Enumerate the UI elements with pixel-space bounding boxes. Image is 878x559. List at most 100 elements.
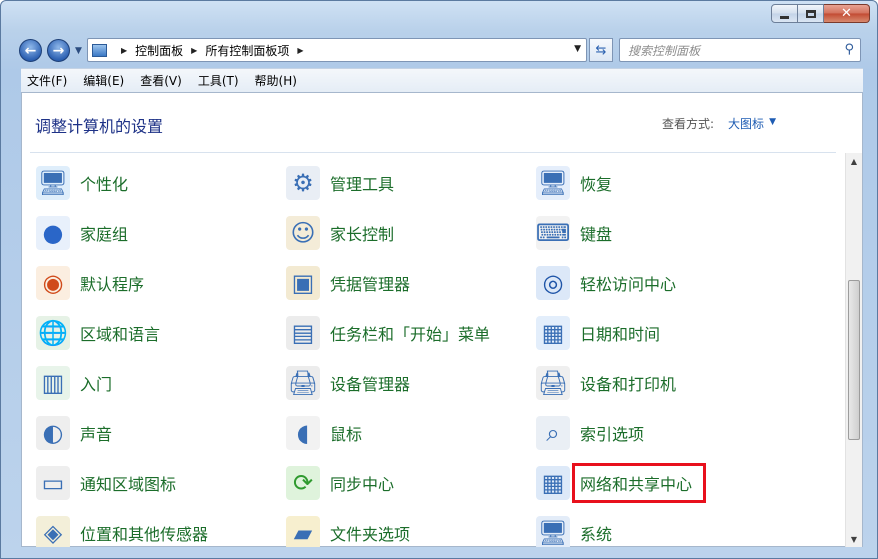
address-dropdown-icon[interactable]: ▼ — [574, 44, 581, 54]
personalization-icon: 🖥 — [36, 166, 70, 200]
item-label[interactable]: 键盘 — [580, 221, 612, 245]
location-sensors-icon: ◈ — [36, 516, 70, 547]
scroll-thumb[interactable] — [848, 280, 860, 440]
caption-buttons: ✕ — [771, 4, 870, 23]
item-label[interactable]: 鼠标 — [330, 421, 362, 445]
maximize-button[interactable] — [798, 4, 824, 23]
control-panel-item[interactable]: ◖ 鼠标 — [286, 413, 362, 453]
minimize-button[interactable] — [771, 4, 798, 23]
item-label[interactable]: 通知区域图标 — [80, 471, 176, 495]
back-arrow-icon: ← — [24, 42, 37, 59]
admin-tools-icon: ⚙ — [286, 166, 320, 200]
item-label[interactable]: 日期和时间 — [580, 321, 660, 345]
item-label[interactable]: 索引选项 — [580, 421, 644, 445]
item-label[interactable]: 系统 — [580, 521, 612, 545]
menu-help[interactable]: 帮助(H) — [255, 72, 297, 89]
indexing-options-icon: ⌕ — [536, 416, 570, 450]
control-panel-item[interactable]: ⟳ 同步中心 — [286, 463, 394, 503]
scroll-up-icon[interactable]: ▲ — [846, 153, 862, 169]
item-label[interactable]: 声音 — [80, 421, 112, 445]
sync-center-icon: ⟳ — [286, 466, 320, 500]
date-time-icon: ▦ — [536, 316, 570, 350]
menu-bar: 文件(F) 编辑(E) 查看(V) 工具(T) 帮助(H) — [21, 68, 863, 92]
getting-started-icon: ▥ — [36, 366, 70, 400]
default-programs-icon: ◉ — [36, 266, 70, 300]
folder-options-icon: ▰ — [286, 516, 320, 547]
view-by-value[interactable]: 大图标 — [728, 115, 764, 132]
breadcrumb-all-items[interactable]: 所有控制面板项 — [205, 42, 289, 59]
view-by-dropdown-icon[interactable]: ▼ — [769, 117, 776, 127]
control-panel-item[interactable]: 🌐 区域和语言 — [36, 313, 160, 353]
control-panel-item[interactable]: 🖥 恢复 — [536, 163, 612, 203]
search-icon[interactable]: ⚲ — [844, 42, 854, 57]
menu-file[interactable]: 文件(F) — [27, 72, 67, 89]
control-panel-item[interactable]: ▥ 入门 — [36, 363, 112, 403]
breadcrumb: ▶ 控制面板 ▶ 所有控制面板项 ▶ — [113, 42, 312, 59]
recent-pages-dropdown[interactable]: ▼ — [75, 46, 82, 56]
system-icon: 🖥 — [536, 516, 570, 547]
control-panel-item[interactable]: 🖨 设备管理器 — [286, 363, 410, 403]
item-label[interactable]: 设备和打印机 — [580, 371, 676, 395]
minimize-icon — [780, 15, 789, 19]
control-panel-item[interactable]: ⚙ 管理工具 — [286, 163, 394, 203]
control-panel-item[interactable]: ⌕ 索引选项 — [536, 413, 644, 453]
item-label[interactable]: 凭据管理器 — [330, 271, 410, 295]
search-input[interactable]: 搜索控制面板 ⚲ — [619, 38, 861, 62]
item-label[interactable]: 区域和语言 — [80, 321, 160, 345]
chevron-right-icon[interactable]: ▶ — [191, 46, 197, 55]
ease-of-access-icon: ◎ — [536, 266, 570, 300]
menu-tools[interactable]: 工具(T) — [198, 72, 239, 89]
item-label[interactable]: 任务栏和「开始」菜单 — [330, 321, 490, 345]
back-button[interactable]: ← — [19, 39, 42, 62]
item-label[interactable]: 家庭组 — [80, 221, 128, 245]
item-label[interactable]: 位置和其他传感器 — [80, 521, 208, 545]
item-label[interactable]: 入门 — [80, 371, 112, 395]
control-panel-item[interactable]: ⌨ 键盘 — [536, 213, 612, 253]
control-panel-item[interactable]: ☺ 家长控制 — [286, 213, 394, 253]
control-panel-item[interactable]: ▭ 通知区域图标 — [36, 463, 176, 503]
control-panel-item[interactable]: ◐ 声音 — [36, 413, 112, 453]
control-panel-item[interactable]: ▦ 日期和时间 — [536, 313, 660, 353]
vertical-scrollbar[interactable]: ▲ ▼ — [845, 153, 862, 547]
item-label[interactable]: 个性化 — [80, 171, 128, 195]
control-panel-item[interactable]: ▤ 任务栏和「开始」菜单 — [286, 313, 490, 353]
item-label[interactable]: 家长控制 — [330, 221, 394, 245]
control-panel-item[interactable]: ◎ 轻松访问中心 — [536, 263, 676, 303]
recovery-icon: 🖥 — [536, 166, 570, 200]
chevron-right-icon[interactable]: ▶ — [297, 46, 303, 55]
control-panel-item[interactable]: 🖨 设备和打印机 — [536, 363, 676, 403]
close-button[interactable]: ✕ — [824, 4, 870, 23]
view-by-label: 查看方式: — [661, 117, 714, 131]
refresh-button[interactable]: ⇆ — [589, 38, 613, 62]
keyboard-icon: ⌨ — [536, 216, 570, 250]
highlight-box — [572, 463, 706, 503]
control-panel-item[interactable]: ● 家庭组 — [36, 213, 128, 253]
forward-button[interactable]: → — [47, 39, 70, 62]
control-panel-item[interactable]: ◈ 位置和其他传感器 — [36, 513, 208, 547]
menu-view[interactable]: 查看(V) — [140, 72, 182, 89]
item-label[interactable]: 文件夹选项 — [330, 521, 410, 545]
content-pane: 调整计算机的设置 查看方式: 大图标 ▼ 🖥 个性化 ⚙ 管理工具 🖥 恢复 ● 家庭组 ☺ 家长… — [21, 92, 863, 547]
scroll-down-icon[interactable]: ▼ — [846, 531, 862, 547]
item-label[interactable]: 默认程序 — [80, 271, 144, 295]
chevron-right-icon[interactable]: ▶ — [121, 46, 127, 55]
item-label[interactable]: 轻松访问中心 — [580, 271, 676, 295]
item-label[interactable]: 管理工具 — [330, 171, 394, 195]
control-panel-item[interactable]: ◉ 默认程序 — [36, 263, 144, 303]
menu-edit[interactable]: 编辑(E) — [83, 72, 124, 89]
control-panel-item[interactable]: 🖥 系统 — [536, 513, 612, 547]
control-panel-icon — [92, 43, 107, 57]
control-panel-item[interactable]: 🖥 个性化 — [36, 163, 128, 203]
control-panel-item[interactable]: ▰ 文件夹选项 — [286, 513, 410, 547]
control-panel-item[interactable]: ▣ 凭据管理器 — [286, 263, 410, 303]
item-label[interactable]: 同步中心 — [330, 471, 394, 495]
device-manager-icon: 🖨 — [286, 366, 320, 400]
parental-controls-icon: ☺ — [286, 216, 320, 250]
item-label[interactable]: 设备管理器 — [330, 371, 410, 395]
refresh-icon: ⇆ — [595, 42, 607, 58]
breadcrumb-control-panel[interactable]: 控制面板 — [135, 42, 183, 59]
maximize-icon — [805, 9, 816, 18]
item-label[interactable]: 恢复 — [580, 171, 612, 195]
address-bar[interactable]: ▶ 控制面板 ▶ 所有控制面板项 ▶ ▼ — [87, 38, 587, 62]
items-grid: 🖥 个性化 ⚙ 管理工具 🖥 恢复 ● 家庭组 ☺ 家长控制 ⌨ 键盘 ◉ 默认程序 ▣ 凭据管理器 ◎ 轻松访问… — [22, 153, 846, 547]
